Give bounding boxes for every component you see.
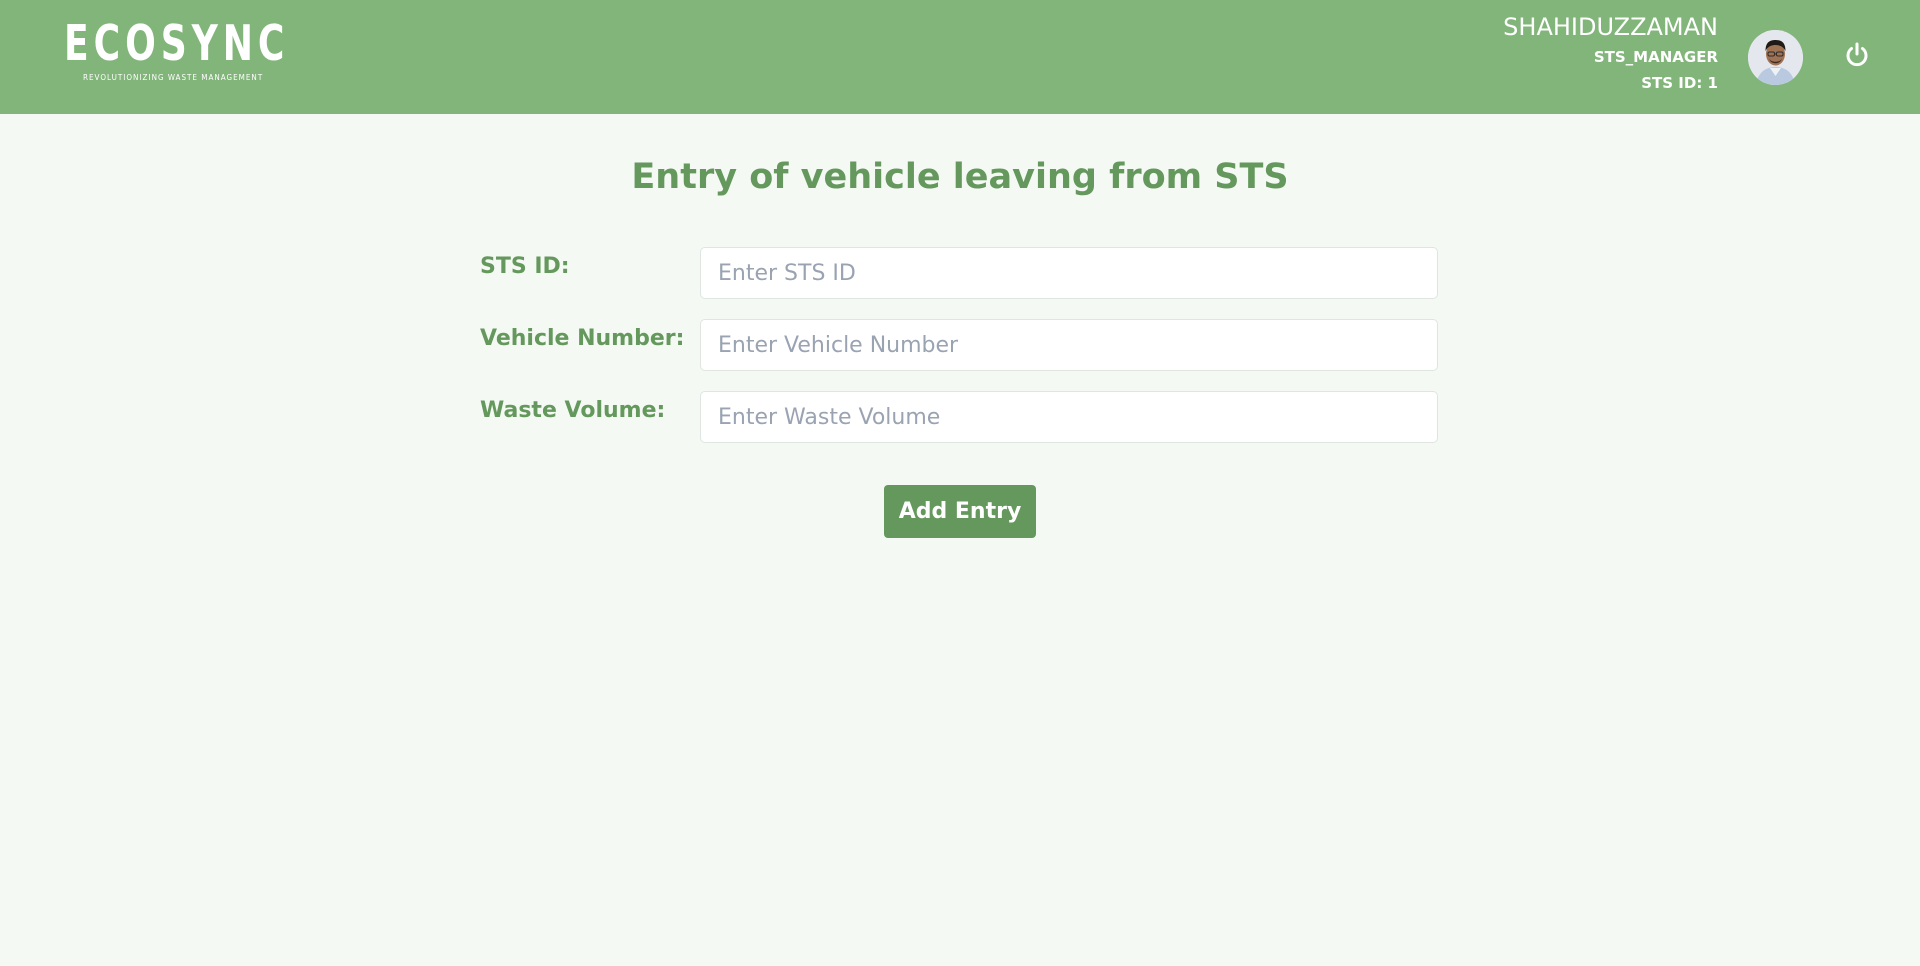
vehicle-number-label: Vehicle Number:: [480, 326, 685, 351]
user-role: STS_MANAGER: [1593, 48, 1718, 66]
sts-id-input[interactable]: [700, 247, 1438, 299]
power-icon[interactable]: [1844, 41, 1870, 69]
top-header: ECOSYNC REVOLUTIONIZING WASTE MANAGEMENT…: [0, 0, 1920, 114]
avatar[interactable]: [1748, 30, 1803, 85]
add-entry-button[interactable]: Add Entry: [884, 485, 1036, 538]
vehicle-number-input[interactable]: [700, 319, 1438, 371]
page-title: Entry of vehicle leaving from STS: [631, 157, 1289, 197]
logo-tagline: REVOLUTIONIZING WASTE MANAGEMENT: [83, 73, 264, 82]
waste-volume-label: Waste Volume:: [480, 398, 666, 423]
waste-volume-input[interactable]: [700, 391, 1438, 443]
user-info: SHAHIDUZZAMAN STS_MANAGER STS ID: 1: [1503, 10, 1718, 96]
user-name: SHAHIDUZZAMAN: [1503, 13, 1718, 41]
logo-wordmark: ECOSYNC: [64, 15, 290, 72]
ecosync-logo[interactable]: ECOSYNC REVOLUTIONIZING WASTE MANAGEMENT: [64, 15, 290, 83]
user-sts-id: STS ID: 1: [1641, 74, 1718, 92]
avatar-photo: [1748, 30, 1803, 85]
sts-id-label: STS ID:: [480, 254, 570, 279]
